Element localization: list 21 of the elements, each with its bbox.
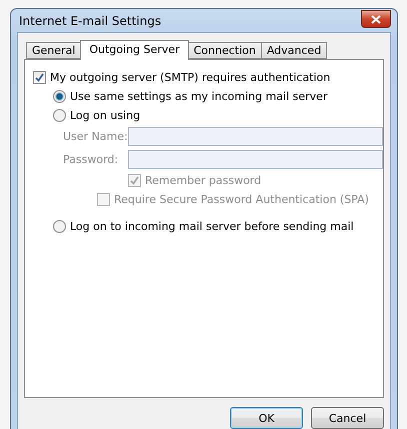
radio-button[interactable] (53, 109, 66, 122)
tab[interactable]: Connection (188, 42, 262, 59)
close-button[interactable] (361, 10, 391, 28)
checkbox-label: My outgoing server (SMTP) requires authentication (50, 71, 330, 84)
checkbox-label: Remember password (145, 174, 262, 187)
checkbox[interactable] (33, 71, 46, 84)
field-label: User Name: (63, 130, 128, 143)
window-title: Internet E-mail Settings (18, 14, 162, 28)
checkbox-label: Require Secure Password Authentication (SPA) (114, 193, 369, 206)
field-label: Password: (63, 153, 120, 166)
tab[interactable]: General (26, 42, 82, 59)
dialog-button[interactable]: OK (230, 407, 303, 429)
tab[interactable]: Outgoing Server (80, 40, 189, 60)
radio-button[interactable] (53, 90, 66, 103)
radio-label: Log on to incoming mail server before sending mail (70, 220, 354, 233)
radio-label: Use same settings as my incoming mail server (70, 90, 328, 103)
radio-button[interactable] (53, 220, 66, 233)
dialog-button[interactable]: Cancel (311, 407, 384, 429)
tab[interactable]: Advanced (260, 42, 328, 59)
close-icon (371, 14, 381, 24)
radio-label: Log on using (70, 109, 140, 122)
